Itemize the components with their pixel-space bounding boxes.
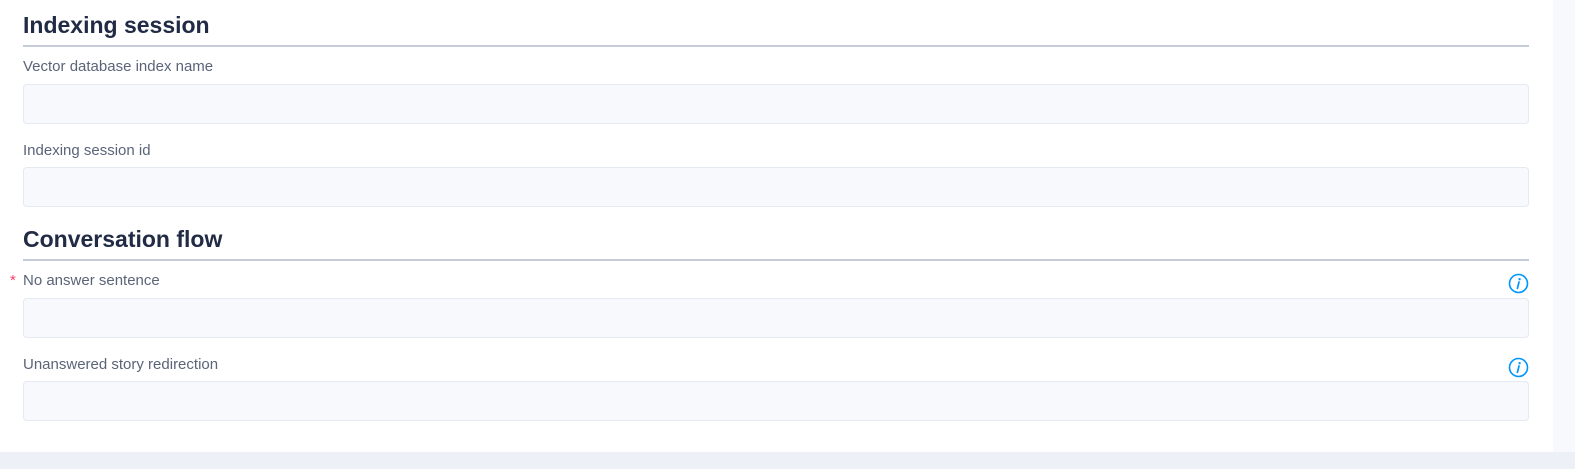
indexing-session-id-label: Indexing session id xyxy=(23,142,151,159)
vector-database-index-name-label: Vector database index name xyxy=(23,58,214,75)
info-icon[interactable] xyxy=(1508,357,1529,378)
no-answer-sentence-label: No answer sentence xyxy=(23,272,160,289)
section-divider xyxy=(23,45,1529,47)
unanswered-story-redirection-input[interactable] xyxy=(23,381,1529,421)
section-divider xyxy=(23,259,1529,261)
indexing-session-id-input[interactable] xyxy=(23,167,1529,207)
form-panel: Indexing session Vector database index n… xyxy=(0,0,1553,452)
vector-database-index-name-input[interactable] xyxy=(23,84,1529,124)
info-icon[interactable] xyxy=(1508,273,1529,294)
section-title-conversation-flow: Conversation flow xyxy=(23,226,223,252)
no-answer-sentence-input[interactable] xyxy=(23,298,1529,338)
scrollbar-track[interactable] xyxy=(1553,0,1575,452)
required-marker: * xyxy=(10,272,16,289)
section-title-indexing-session: Indexing session xyxy=(23,12,210,38)
unanswered-story-redirection-label: Unanswered story redirection xyxy=(23,356,219,373)
